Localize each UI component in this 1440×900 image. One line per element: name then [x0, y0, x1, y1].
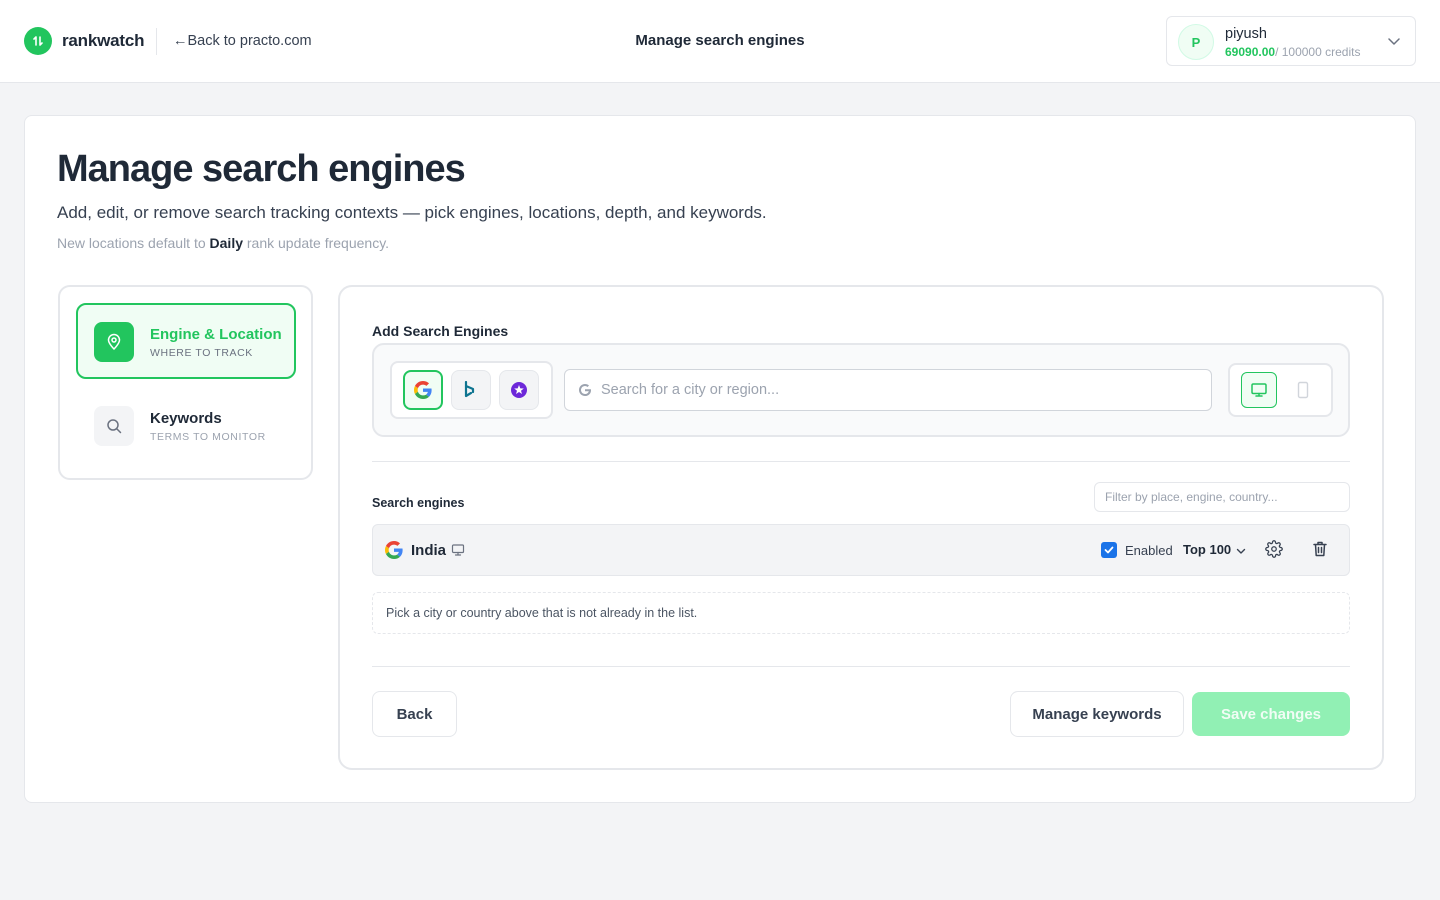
desktop-icon — [451, 543, 465, 562]
add-engines-label: Add Search Engines — [372, 323, 509, 339]
mobile-icon — [1297, 381, 1309, 399]
enabled-label[interactable]: Enabled — [1125, 543, 1173, 558]
search-icon — [94, 406, 134, 446]
hint-text: Pick a city or country above that is not… — [386, 606, 698, 620]
step-subtitle: WHERE TO TRACK — [150, 347, 253, 359]
location-search-field[interactable] — [564, 369, 1212, 411]
mobile-device-button[interactable] — [1285, 372, 1321, 408]
add-engine-box — [372, 343, 1350, 437]
footer-divider — [372, 666, 1350, 667]
note-suffix: rank update frequency. — [243, 235, 390, 251]
table-row: India Enabled Top 100 — [372, 524, 1350, 576]
enabled-checkbox[interactable] — [1101, 542, 1117, 558]
section-divider — [372, 461, 1350, 462]
row-location: India — [411, 542, 447, 559]
google-icon — [414, 381, 432, 399]
manage-keywords-button[interactable]: Manage keywords — [1010, 691, 1184, 737]
step-keywords[interactable]: Keywords TERMS TO MONITOR — [76, 387, 296, 463]
back-button[interactable]: Back — [372, 691, 457, 737]
step-engine-location[interactable]: Engine & Location WHERE TO TRACK — [76, 303, 296, 379]
rankwatch-logo-icon[interactable] — [24, 27, 52, 55]
divider — [156, 28, 157, 55]
chevron-down-icon[interactable] — [1387, 34, 1401, 53]
account-menu[interactable]: P piyush 69090.00/ 100000 credits — [1166, 16, 1416, 66]
engines-list-label: Search engines — [372, 496, 465, 510]
page-subtitle: Add, edit, or remove search tracking con… — [57, 203, 767, 222]
empty-hint: Pick a city or country above that is not… — [372, 592, 1350, 634]
delete-trash-icon[interactable] — [1311, 540, 1329, 563]
desktop-icon — [1251, 383, 1267, 397]
depth-select[interactable]: Top 100 — [1183, 542, 1231, 557]
avatar: P — [1178, 24, 1214, 60]
page-title: Manage search engines — [57, 148, 466, 190]
yahoo-icon — [511, 382, 527, 398]
default-frequency-note: New locations default to Daily rank upda… — [57, 235, 389, 251]
bing-icon — [464, 381, 475, 398]
user-name: piyush — [1225, 26, 1267, 42]
google-g-icon — [577, 382, 593, 403]
content-panel: Add Search Engines Search for a city or … — [338, 285, 1384, 770]
credits-total: / 100000 credits — [1275, 45, 1361, 59]
credits-display: 69090.00/ 100000 credits — [1225, 45, 1360, 59]
step-title: Engine & Location — [150, 326, 282, 343]
header-title: Manage search engines — [635, 32, 805, 49]
yahoo-engine-button[interactable] — [499, 370, 539, 410]
desktop-device-button[interactable] — [1241, 372, 1277, 408]
step-navigation: Engine & Location WHERE TO TRACK Keyword… — [58, 285, 313, 480]
back-to-site-link[interactable]: ←Back to practo.com — [173, 33, 312, 49]
note-prefix: New locations default to — [57, 235, 210, 251]
note-frequency: Daily — [209, 235, 243, 251]
google-icon — [385, 541, 403, 564]
engine-filter-input[interactable] — [1094, 482, 1350, 512]
bing-engine-button[interactable] — [451, 370, 491, 410]
main-card: Manage search engines Add, edit, or remo… — [24, 115, 1416, 803]
google-engine-button[interactable] — [403, 370, 443, 410]
brand-name[interactable]: rankwatch — [62, 31, 144, 51]
engine-selector — [390, 361, 553, 419]
chevron-down-icon[interactable] — [1235, 544, 1247, 562]
save-changes-button[interactable]: Save changes — [1192, 692, 1350, 736]
map-pin-icon — [94, 322, 134, 362]
device-selector — [1228, 363, 1333, 417]
step-subtitle: TERMS TO MONITOR — [150, 431, 266, 443]
settings-gear-icon[interactable] — [1265, 540, 1283, 563]
credits-used: 69090.00 — [1225, 45, 1276, 59]
location-search-input[interactable] — [601, 370, 1201, 410]
step-title: Keywords — [150, 410, 222, 427]
top-bar: rankwatch ←Back to practo.com Manage sea… — [0, 0, 1440, 83]
